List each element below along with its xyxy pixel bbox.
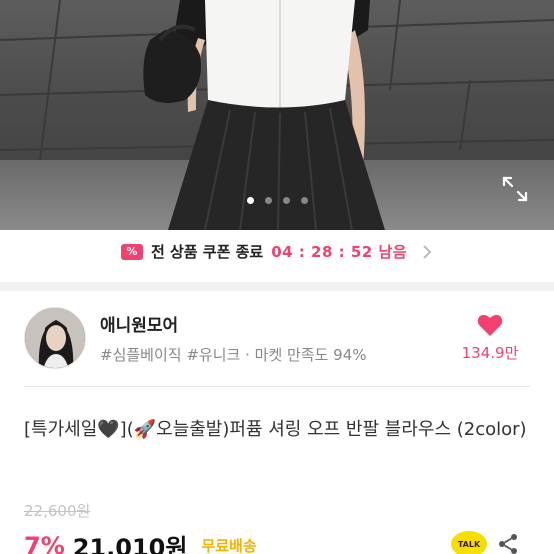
section-divider: [24, 386, 530, 387]
coupon-icon: %: [120, 243, 143, 260]
carousel-dot[interactable]: [246, 197, 254, 204]
model-figure: [143, 0, 385, 230]
shop-info: 애니원모어 #심플베이직 #유니크 · 마켓 만족도 94%: [100, 311, 450, 365]
shop-satisfaction: 마켓 만족도 94%: [254, 346, 367, 364]
product-title: [특가세일🖤](🚀오늘출발)퍼퓸 셔링 오프 반팔 블라우스 (2color): [24, 419, 527, 440]
like-count: 134.9만: [461, 344, 519, 362]
coupon-text: 전 상품 쿠폰 종료: [150, 243, 264, 261]
coupon-timer: 04 : 28 : 52 남음: [271, 243, 408, 261]
share-icon[interactable]: [496, 532, 520, 554]
shop-name[interactable]: 애니원모어: [100, 311, 450, 336]
price-row: 7% 21,010원 무료배송: [24, 528, 257, 554]
expand-icon[interactable]: [502, 176, 528, 202]
discount-rate: 7%: [24, 531, 65, 554]
carousel-dot[interactable]: [300, 197, 308, 204]
shop-avatar[interactable]: [24, 307, 86, 369]
shop-tag[interactable]: #심플베이직: [100, 346, 182, 364]
carousel-dot[interactable]: [282, 197, 290, 204]
talk-label: TALK: [457, 539, 481, 549]
kakao-talk-button[interactable]: TALK: [451, 531, 487, 554]
shop-row: 애니원모어 #심플베이직 #유니크 · 마켓 만족도 94% 134.9만: [0, 292, 554, 384]
heart-icon: [477, 314, 503, 336]
avatar-image: [25, 308, 85, 368]
product-photo[interactable]: [0, 0, 554, 230]
shop-meta: #심플베이직 #유니크 · 마켓 만족도 94%: [100, 344, 450, 365]
chevron-right-icon: [423, 244, 432, 259]
like-button[interactable]: 134.9만: [450, 313, 530, 363]
original-price: 22,600원: [24, 502, 91, 520]
coupon-banner[interactable]: % 전 상품 쿠폰 종료 04 : 28 : 52 남음: [0, 230, 554, 291]
free-shipping-badge: 무료배송: [201, 537, 257, 554]
sale-price: 21,010원: [72, 534, 188, 554]
meta-separator: ·: [240, 346, 255, 364]
shop-tag[interactable]: #유니크: [186, 346, 240, 364]
carousel-dot[interactable]: [264, 197, 272, 204]
carousel-dots: [0, 197, 554, 204]
